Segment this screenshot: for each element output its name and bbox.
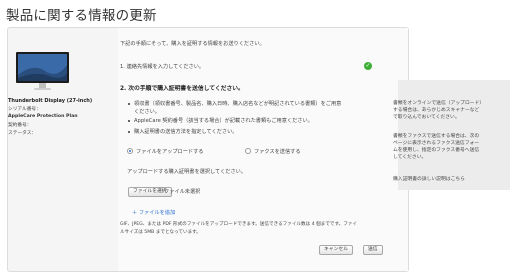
upload-instruction: アップロードする購入証明書を選択してください。 bbox=[127, 169, 247, 175]
serial-label: シリアル番号： bbox=[8, 107, 41, 112]
page-title: 製品に関する情報の更新 bbox=[6, 8, 157, 24]
fax-help-3: ムを使用し、指定のファクス番号へ送信 bbox=[393, 148, 480, 153]
file-note-1: GIF、JPEG、または PDF 形式のファイルをアップロードできます。送信でき… bbox=[120, 222, 357, 227]
fax-help-4: してください。 bbox=[393, 155, 427, 160]
check-icon: ✓ bbox=[364, 62, 372, 70]
plan-label: AppleCare Protection Plan bbox=[8, 114, 78, 119]
add-file-link[interactable]: ＋ ファイルを追加 bbox=[132, 209, 175, 216]
product-image bbox=[16, 52, 69, 90]
fax-help-1: 書類をファクスで送信する場合は、次の bbox=[393, 134, 480, 139]
file-note-2: ルサイズは 5MB までとなっています。 bbox=[120, 230, 201, 235]
send-button[interactable]: 送信 bbox=[363, 245, 383, 255]
bullet-receipt-cont: ください。 bbox=[134, 109, 160, 115]
fax-help-2: ページに表示されるファクス送信フォー bbox=[393, 141, 480, 146]
proof-details-link[interactable]: 購入証明書の詳しい説明はこちら bbox=[393, 177, 465, 184]
step1-text: 1. 連絡先情報を入力してください。 bbox=[120, 64, 205, 70]
status-label: ステータス： bbox=[8, 131, 37, 136]
bullet-method: 購入証明書の送信方法を指定してください。 bbox=[134, 129, 238, 135]
bullet-receipt: 領収書（領収書番号、製品名、購入日時、購入店名などが明記されている書類）をご用意 bbox=[134, 101, 342, 107]
bullet-dot bbox=[128, 131, 130, 133]
no-file-text: ファイル未選択 bbox=[164, 189, 201, 195]
fax-radio-label[interactable]: ファクスを送信する bbox=[254, 148, 301, 155]
upload-help-2: する場合は、あらかじめスキャナーなど bbox=[393, 108, 480, 113]
upload-help-1: 書類をオンラインで送信（アップロード） bbox=[393, 101, 485, 106]
bullet-applecare: AppleCare 契約番号（該当する場合）が記載された書類もご用意ください。 bbox=[134, 118, 313, 124]
fax-radio[interactable] bbox=[245, 148, 251, 154]
product-name: Thunderbolt Display (27-inch) bbox=[8, 98, 93, 104]
cancel-button[interactable]: キャンセル bbox=[319, 245, 353, 255]
contract-label: 契約番号： bbox=[8, 123, 32, 128]
upload-radio-label[interactable]: ファイルをアップロードする bbox=[136, 148, 203, 155]
step2-heading: 2. 次の手順で購入証明書を送信してください。 bbox=[120, 86, 244, 92]
bullet-dot bbox=[128, 120, 130, 122]
bullet-dot bbox=[128, 103, 130, 105]
upload-radio[interactable] bbox=[127, 148, 133, 154]
intro-text: 下記の手順にそって、購入を証明する情報をお送りください。 bbox=[120, 41, 265, 47]
upload-help-3: で取り込んでおいてください。 bbox=[393, 115, 460, 120]
